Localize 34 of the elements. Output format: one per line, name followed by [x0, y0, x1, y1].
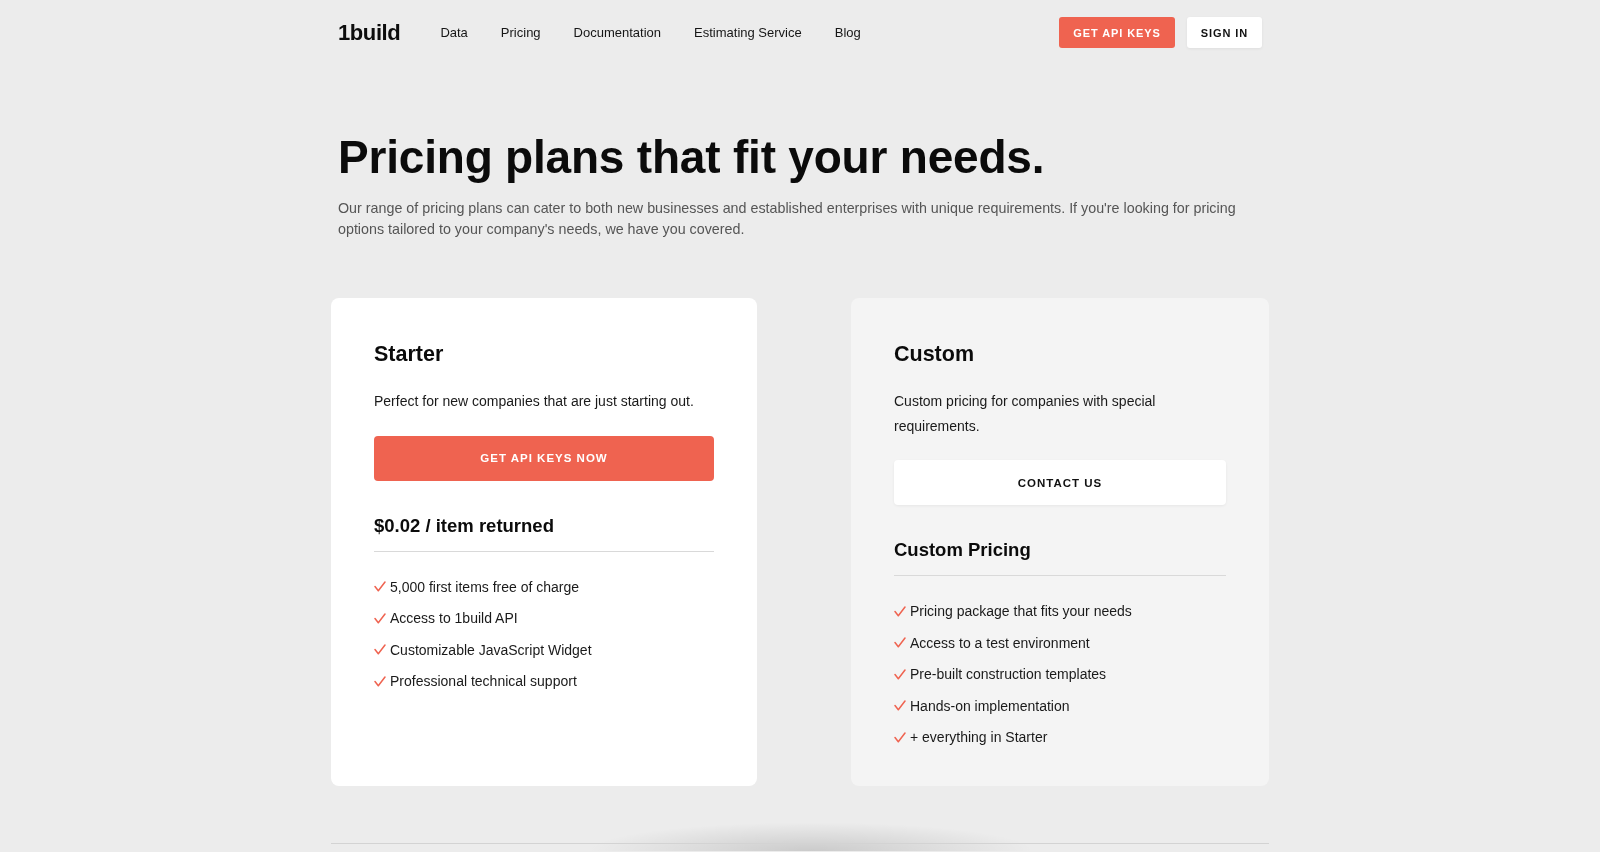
nav-link[interactable]: Pricing — [500, 23, 541, 42]
logo-wordmark[interactable]: 1build — [338, 19, 401, 46]
feature-text: Customizable JavaScript Widget — [390, 640, 592, 660]
nav-link[interactable]: Blog — [834, 23, 861, 42]
checkmark-icon — [894, 637, 906, 649]
nav-link[interactable]: Estimating Service — [694, 23, 802, 42]
checkmark-icon — [894, 700, 906, 712]
plan-description: Perfect for new companies that are just starting out. — [374, 392, 695, 411]
page-title: Pricing plans that fit your needs. — [338, 130, 1046, 185]
checkmark-icon — [374, 612, 386, 624]
checkmark-icon — [374, 581, 386, 592]
checkmark-icon — [374, 675, 386, 687]
checkmark-icon — [894, 731, 906, 743]
nav-link[interactable]: Documentation — [573, 23, 662, 42]
feature-text: Access to 1build API — [390, 609, 518, 629]
feature-text: 5,000 first items free of charge — [390, 577, 580, 597]
page-subtitle: Our range of pricing plans can cater to both new businesses and established enterprises with unique requirements. If you're looking for pricing options tailored to your company's needs, we have you covered. — [338, 199, 1237, 239]
feature-text: Pricing package that fits your needs — [910, 602, 1132, 621]
feature-text: + everything in Starter — [910, 728, 1048, 748]
plan-name: Starter — [374, 341, 445, 368]
feature-text: Pre-built construction templates — [910, 665, 1107, 685]
plan-description: Custom pricing for companies with special requirements. — [894, 392, 1157, 436]
plan-button[interactable]: CONTACT US — [894, 460, 1226, 505]
nav-link[interactable]: Data — [440, 23, 468, 42]
header-button[interactable]: SIGN IN — [1186, 17, 1262, 48]
feature-text: Hands-on implementation — [910, 696, 1070, 716]
plan-price: $0.02 / item returned — [374, 513, 554, 538]
feature-text: Professional technical support — [390, 672, 577, 692]
checkmark-icon — [894, 668, 906, 680]
plan-name: Custom — [894, 341, 976, 368]
feature-text: Access to a test environment — [910, 633, 1090, 653]
checkmark-icon — [894, 605, 906, 617]
plan-price: Custom Pricing — [894, 538, 1031, 562]
checkmark-icon — [374, 644, 386, 656]
